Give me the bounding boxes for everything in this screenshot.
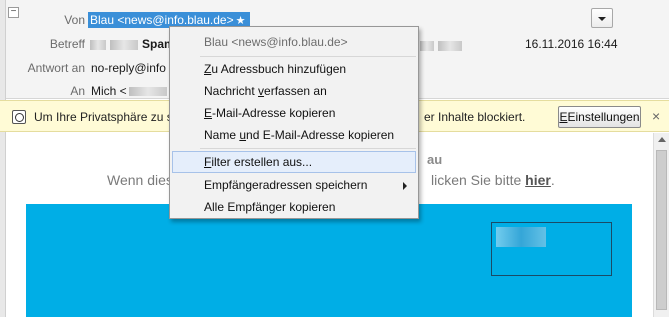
reply-to-label: Antwort an (27, 61, 85, 75)
menu-item-label: u Adressbuch hinzufügen (211, 62, 347, 76)
subject-redacted-tail (420, 38, 462, 52)
menu-item-label: erfassen an (264, 84, 327, 98)
menu-item-copy-name-and-email[interactable]: Name und E-Mail-Adresse kopieren (172, 124, 416, 146)
subject-value: Spam (90, 37, 175, 51)
body-text-right: licken Sie bitte hier. (431, 172, 555, 188)
body-heading-fragment: au (427, 152, 443, 167)
menu-item-label: nd E-Mail-Adresse kopieren (246, 128, 395, 142)
notice-text-right: er Inhalte blockiert. (424, 110, 526, 124)
menu-item-label: -Mail-Adresse kopieren (212, 106, 336, 120)
menu-item-add-to-addressbook[interactable]: Zu Adressbuch hinzufügen (172, 58, 416, 80)
privacy-shield-icon (12, 110, 26, 124)
here-link[interactable]: hier (525, 172, 551, 188)
redacted-block (438, 40, 462, 51)
body-text-right-label: licken Sie bitte (431, 172, 522, 188)
menu-item-create-filter[interactable]: Filter erstellen aus... (172, 151, 416, 173)
subject-label: Betreff (49, 37, 85, 51)
close-icon[interactable]: × (652, 109, 660, 123)
menu-separator (200, 56, 416, 57)
menu-item-label: Alle Empfänger kopieren (204, 200, 336, 214)
address-context-menu: Blau <news@info.blau.de> Zu Adressbuch h… (169, 26, 419, 219)
left-border-strip (0, 0, 6, 317)
menu-item-compose-to[interactable]: Nachricht verfassen an (172, 80, 416, 102)
body-text-left: Wenn dies (107, 172, 173, 188)
redacted-block (128, 87, 167, 97)
menu-item-copy-email[interactable]: E-Mail-Adresse kopieren (172, 102, 416, 124)
settings-button[interactable]: EEinstellungen (558, 106, 641, 128)
vertical-scrollbar[interactable] (653, 133, 669, 317)
menu-item-label: Nachricht (204, 84, 259, 98)
settings-button-label: Einstellungen (567, 110, 640, 124)
context-menu-header: Blau <news@info.blau.de> (204, 35, 348, 49)
menu-item-label: Empfängeradressen speichern (204, 178, 368, 192)
banner-image-placeholder[interactable] (491, 222, 612, 276)
submenu-arrow-icon (403, 182, 407, 190)
redacted-block (420, 40, 434, 51)
pixelated-image (496, 227, 546, 247)
scroll-thumb[interactable] (656, 150, 667, 310)
menu-item-label: Name (204, 128, 240, 142)
more-actions-dropdown-button[interactable] (591, 8, 613, 28)
message-date: 16.11.2016 16:44 (525, 37, 618, 51)
from-address-text: Blau <news@info.blau.de> (90, 13, 234, 27)
body-period: . (550, 172, 555, 188)
redacted-block (110, 39, 138, 50)
menu-separator (200, 148, 416, 149)
redacted-block (90, 39, 106, 50)
scroll-up-arrow-icon[interactable] (658, 137, 666, 142)
notice-text-left: Um Ihre Privatsphäre zu sc (34, 110, 179, 124)
menu-item-label: ilter erstellen aus... (211, 155, 313, 169)
accesskey: E (204, 106, 213, 120)
to-value-text: Mich < (91, 84, 127, 98)
menu-item-save-recipients[interactable]: Empfängeradressen speichern (172, 174, 416, 196)
reply-to-value[interactable]: no-reply@info (91, 61, 166, 75)
to-value[interactable]: Mich < (91, 84, 167, 98)
menu-item-copy-all-recipients[interactable]: Alle Empfänger kopieren (172, 196, 416, 218)
newsletter-banner[interactable] (26, 204, 632, 317)
to-label: An (70, 84, 85, 98)
from-label: Von (64, 13, 85, 27)
